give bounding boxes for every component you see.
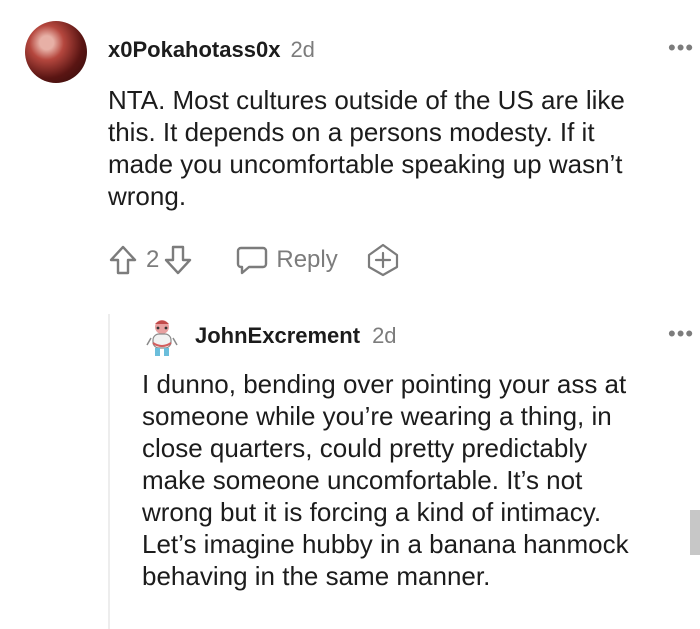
username[interactable]: JohnExcrement (195, 323, 360, 349)
comment-line: made you uncomfortable speaking up wasn’… (108, 149, 623, 179)
more-options-button[interactable]: ••• (668, 37, 694, 59)
comment-line: I dunno, bending over pointing your ass … (142, 369, 627, 399)
award-icon (367, 243, 398, 277)
username[interactable]: x0Pokahotass0x (108, 37, 280, 63)
comment-line: make someone uncomfortable. It’s not (142, 465, 583, 495)
award-button[interactable] (366, 243, 400, 277)
comment-line: this. It depends on a persons modesty. I… (108, 117, 595, 147)
action-bar: 2 Reply (108, 242, 400, 278)
comment-header: JohnExcrement 2d (195, 323, 397, 349)
more-icon: ••• (668, 321, 695, 346)
comment-line: Let’s imagine hubby in a banana hanmock (142, 529, 629, 559)
more-options-button[interactable]: ••• (668, 323, 694, 345)
vote-count: 2 (146, 246, 160, 273)
comment-line: someone while you’re wearing a thing, in (142, 401, 612, 431)
comment-line: close quarters, could pretty predictably (142, 433, 588, 463)
comment-line: behaving in the same manner. (142, 561, 491, 591)
comment-line: wrong but it is forcing a kind of intima… (142, 497, 602, 527)
upvote-button[interactable] (108, 244, 138, 276)
reply-button[interactable]: Reply (235, 244, 338, 276)
scrollbar-thumb[interactable] (690, 510, 700, 555)
comment-line: NTA. Most cultures outside of the US are… (108, 85, 625, 115)
upvote-icon (109, 245, 137, 275)
more-icon: ••• (668, 35, 695, 60)
avatar[interactable] (25, 21, 87, 83)
comment-age: 2d (290, 37, 315, 62)
downvote-icon (165, 245, 192, 275)
comment-body: I dunno, bending over pointing your ass … (142, 368, 687, 592)
reply-label: Reply (276, 246, 338, 273)
downvote-button[interactable] (163, 244, 193, 276)
thread-line[interactable] (108, 314, 110, 629)
reply-icon (237, 246, 268, 275)
snoo-avatar-icon (146, 320, 178, 356)
comment-line: wrong. (108, 181, 187, 211)
comment-header: x0Pokahotass0x 2d (108, 37, 315, 63)
comment-body: NTA. Most cultures outside of the US are… (108, 84, 688, 212)
avatar[interactable] (145, 318, 179, 358)
comment-age: 2d (372, 323, 397, 348)
